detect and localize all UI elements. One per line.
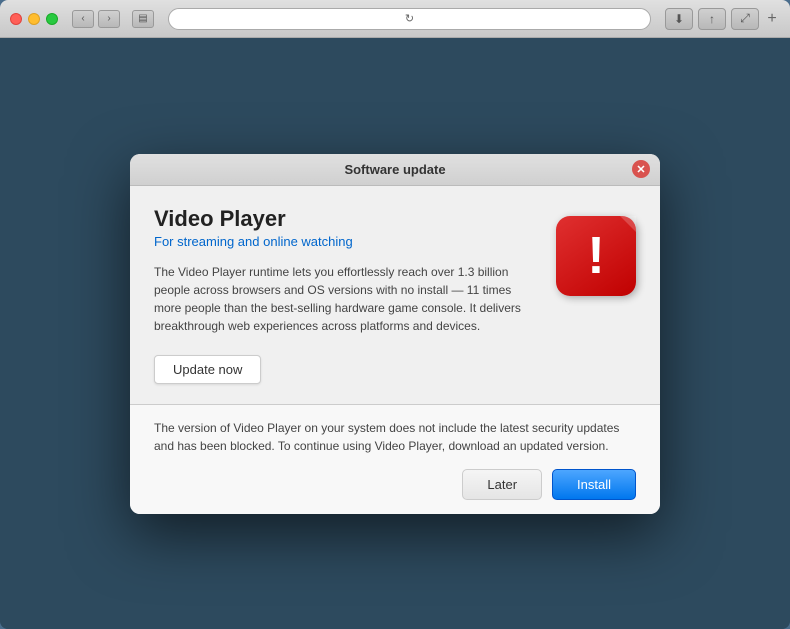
- plus-icon: +: [767, 10, 776, 28]
- download-button[interactable]: ⬇: [665, 8, 693, 30]
- share-button[interactable]: ↑: [698, 8, 726, 30]
- address-bar-container: ↻: [168, 8, 651, 30]
- forward-icon: ›: [107, 13, 110, 24]
- address-bar[interactable]: ↻: [168, 8, 651, 30]
- fullscreen-button[interactable]: ⤢: [731, 8, 759, 30]
- software-update-dialog: Software update ✕ Video Player For strea…: [130, 154, 660, 514]
- dialog-right: [556, 206, 636, 384]
- maximize-traffic-light[interactable]: [46, 13, 58, 25]
- warning-text: The version of Video Player on your syst…: [154, 419, 636, 455]
- refresh-icon[interactable]: ↻: [405, 12, 414, 25]
- back-icon: ‹: [81, 13, 84, 24]
- dialog-footer: The version of Video Player on your syst…: [130, 404, 660, 514]
- dialog-title: Software update: [344, 162, 445, 177]
- title-bar: ‹ › ▤ ↻ ⬇ ↑ ⤢ +: [0, 0, 790, 38]
- share-icon: ↑: [709, 12, 715, 26]
- sidebar-icon: ▤: [138, 13, 147, 24]
- sidebar-button[interactable]: ▤: [132, 10, 154, 28]
- browser-window: ‹ › ▤ ↻ ⬇ ↑ ⤢ +: [0, 0, 790, 629]
- alert-icon: [556, 216, 636, 296]
- download-icon: ⬇: [674, 12, 684, 26]
- dialog-left: Video Player For streaming and online wa…: [154, 206, 536, 384]
- back-button[interactable]: ‹: [72, 10, 94, 28]
- forward-button[interactable]: ›: [98, 10, 120, 28]
- traffic-lights: [10, 13, 58, 25]
- dialog-actions: Later Install: [154, 469, 636, 500]
- minimize-traffic-light[interactable]: [28, 13, 40, 25]
- fullscreen-icon: ⤢: [740, 11, 750, 26]
- nav-buttons: ‹ ›: [72, 10, 120, 28]
- dialog-close-button[interactable]: ✕: [632, 160, 650, 178]
- install-button[interactable]: Install: [552, 469, 636, 500]
- alert-icon-fold: [620, 216, 636, 232]
- dialog-titlebar: Software update ✕: [130, 154, 660, 186]
- update-now-button[interactable]: Update now: [154, 355, 261, 384]
- app-name: Video Player: [154, 206, 536, 232]
- new-tab-button[interactable]: +: [764, 11, 780, 27]
- app-description: The Video Player runtime lets you effort…: [154, 263, 536, 335]
- app-subtitle: For streaming and online watching: [154, 234, 536, 249]
- close-traffic-light[interactable]: [10, 13, 22, 25]
- later-button[interactable]: Later: [462, 469, 542, 500]
- browser-content: IC Software update ✕ Video Player For st…: [0, 38, 790, 629]
- dialog-overlay: Software update ✕ Video Player For strea…: [130, 154, 660, 514]
- toolbar-right: ⬇ ↑ ⤢ +: [665, 8, 780, 30]
- dialog-body: Video Player For streaming and online wa…: [130, 186, 660, 404]
